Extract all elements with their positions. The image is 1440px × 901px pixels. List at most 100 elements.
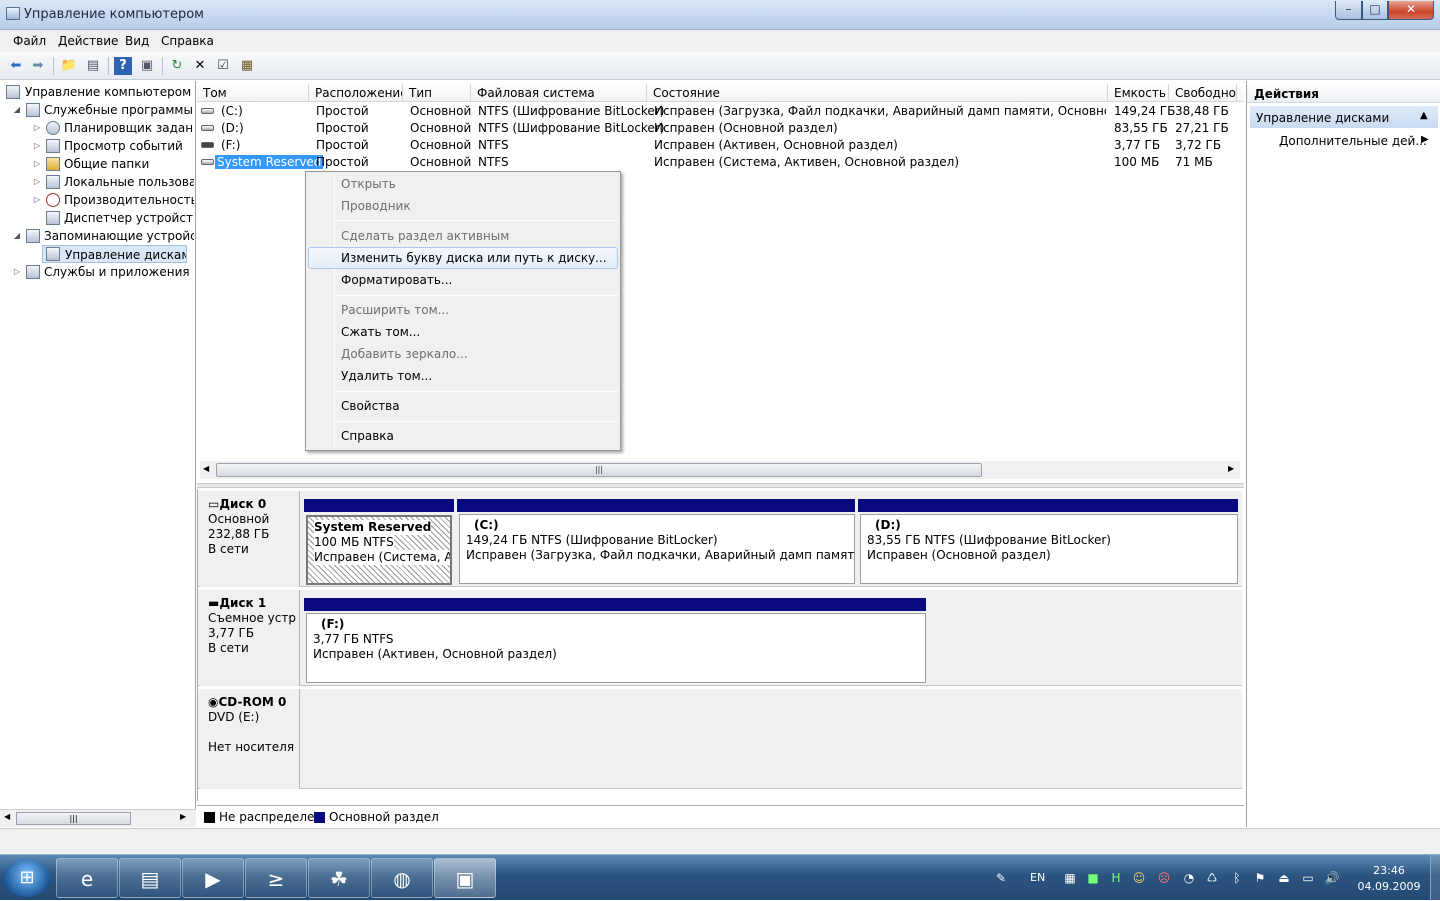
help-icon[interactable]: ? [114, 57, 132, 75]
partition-c[interactable]: (C:) 149,24 ГБ NTFS (Шифрование BitLocke… [459, 514, 855, 584]
bluetooth-icon[interactable]: ᛒ [1229, 870, 1245, 886]
column-volume[interactable]: Том [197, 84, 309, 102]
device-manager-icon [46, 211, 60, 225]
menu-item-change-drive-letter[interactable]: Изменить букву диска или путь к диску... [308, 247, 618, 269]
properties-pane-icon[interactable]: ▣ [138, 57, 156, 75]
menu-item-properties[interactable]: Свойства [308, 395, 618, 417]
minimize-button[interactable]: – [1335, 1, 1362, 20]
menu-item-help[interactable]: Справка [308, 425, 618, 447]
pen-input-icon[interactable]: ✎ [986, 870, 1016, 886]
disk-1-info[interactable]: ▬Диск 1 Съемное устройство 3,77 ГБ В сет… [200, 590, 300, 686]
back-arrow-icon[interactable]: ⬅ [7, 57, 25, 75]
column-type[interactable]: Тип [403, 84, 471, 102]
collapse-up-icon[interactable]: ▲ [1420, 110, 1428, 121]
show-hide-tree-icon[interactable]: ▤ [84, 57, 102, 75]
partition-f[interactable]: (F:) 3,77 ГБ NTFS Исправен (Активен, Осн… [306, 613, 926, 683]
tray-smile-icon[interactable]: ☺ [1131, 870, 1147, 886]
scroll-right-icon[interactable]: ▶ [180, 812, 186, 821]
firefox-icon[interactable]: ◍ [371, 858, 433, 898]
collapse-arrow-icon[interactable]: ◢ [12, 101, 22, 119]
column-capacity[interactable]: Емкость [1108, 84, 1169, 102]
disk-settings-icon[interactable]: ▦ [238, 57, 256, 75]
expand-arrow-icon[interactable]: ▷ [32, 119, 42, 137]
tray-monitor-icon[interactable]: ▭ [1300, 870, 1316, 886]
computer-management-task-icon[interactable]: ▣ [434, 858, 496, 898]
volume-row-selected[interactable]: System Reserved Простой Основной NTFS Ис… [197, 154, 1244, 171]
refresh-icon[interactable]: ↻ [168, 57, 186, 75]
tray-h-icon[interactable]: H [1108, 870, 1124, 886]
scroll-thumb[interactable]: ||| [216, 463, 982, 477]
tree-item-task-scheduler[interactable]: ▷ Планировщик заданий [4, 119, 194, 137]
disk-0-info[interactable]: ▭Диск 0 Основной 232,88 ГБ В сети [200, 491, 300, 587]
media-player-icon[interactable]: ▶ [182, 858, 244, 898]
start-button[interactable]: ⊞ [4, 859, 50, 897]
scroll-left-icon[interactable]: ◀ [4, 812, 10, 821]
collapse-arrow-icon[interactable]: ◢ [12, 227, 22, 245]
tree-item-performance[interactable]: ▷ Производительность [4, 191, 194, 209]
show-desktop-button[interactable] [1430, 855, 1440, 901]
volume-icon[interactable]: 🔊 [1324, 870, 1340, 886]
cdrom-type: DVD (E:) [208, 710, 260, 724]
volume-row[interactable]: (F:) Простой Основной NTFS Исправен (Акт… [197, 137, 1244, 154]
tree-item-event-viewer[interactable]: ▷ Просмотр событий [4, 137, 194, 155]
scroll-right-icon[interactable]: ▶ [1228, 464, 1234, 473]
tree-item-local-users[interactable]: ▷ Локальные пользовате [4, 173, 194, 191]
expand-arrow-icon[interactable]: ▷ [32, 191, 42, 209]
partition-system-reserved[interactable]: System Reserved 100 МБ NTFS Исправен (Си… [306, 515, 452, 585]
menu-file[interactable]: Файл [13, 34, 46, 48]
tree-item-device-manager[interactable]: Диспетчер устройств [4, 209, 194, 227]
tree-item-disk-management[interactable]: Управление дисками [42, 245, 187, 263]
volume-list-horizontal-scrollbar[interactable]: ◀ ||| ▶ [200, 461, 1240, 479]
clock[interactable]: 23:46 04.09.2009 [1356, 863, 1422, 895]
tree-item-shared-folders[interactable]: ▷ Общие папки [4, 155, 194, 173]
column-layout[interactable]: Расположение [309, 84, 403, 102]
actions-section-disk-management[interactable]: Управление дисками ▲ [1250, 106, 1438, 128]
tray-network-icon[interactable]: ▦ [1062, 870, 1078, 886]
expand-arrow-icon[interactable]: ▷ [32, 155, 42, 173]
properties-icon[interactable]: ☑ [214, 57, 232, 75]
tray-sync-icon[interactable]: ♺ [1204, 870, 1220, 886]
pane-splitter[interactable] [197, 483, 1244, 488]
internet-explorer-icon[interactable]: e [56, 858, 118, 898]
expand-arrow-icon[interactable]: ▷ [32, 173, 42, 191]
network-icon[interactable]: ☘ [308, 858, 370, 898]
tray-sad-icon[interactable]: ☹ [1156, 870, 1172, 886]
expand-arrow-icon[interactable]: ▷ [32, 137, 42, 155]
menu-action[interactable]: Действие [58, 34, 118, 48]
menu-item-shrink-volume[interactable]: Сжать том... [308, 321, 618, 343]
forward-arrow-icon[interactable]: ➡ [29, 57, 47, 75]
column-free[interactable]: Свободно [1169, 84, 1237, 102]
tray-gauge-icon[interactable]: ◔ [1181, 870, 1197, 886]
tree-item-storage[interactable]: ◢ Запоминающие устройст [4, 227, 194, 245]
tree-horizontal-scrollbar[interactable]: ◀ ||| ▶ [0, 809, 196, 827]
maximize-button[interactable]: □ [1362, 1, 1388, 20]
menu-item-format[interactable]: Форматировать... [308, 269, 618, 291]
tree-item-system-tools[interactable]: ◢ Служебные программы [4, 101, 194, 119]
menu-item-delete-volume[interactable]: Удалить том... [308, 365, 618, 387]
language-indicator[interactable]: EN [1030, 871, 1045, 884]
powershell-icon[interactable]: ≥ [245, 858, 307, 898]
explorer-folder-icon[interactable]: ▤ [119, 858, 181, 898]
drive-icon [201, 125, 214, 131]
column-filesystem[interactable]: Файловая система [471, 84, 647, 102]
volume-row[interactable]: (C:) Простой Основной NTFS (Шифрование B… [197, 103, 1244, 120]
tree-item-services-apps[interactable]: ▷ Службы и приложения [4, 263, 194, 281]
tray-flag-icon[interactable]: ⚑ [1252, 870, 1268, 886]
partition-d[interactable]: (D:) 83,55 ГБ NTFS (Шифрование BitLocker… [860, 514, 1238, 584]
cdrom-info[interactable]: ◉CD-ROM 0 DVD (E:) Нет носителя [200, 689, 300, 789]
column-status[interactable]: Состояние [647, 84, 1108, 102]
menu-view[interactable]: Вид [125, 34, 149, 48]
safely-remove-icon[interactable]: ⏏ [1276, 870, 1292, 886]
removable-drive-icon [201, 142, 214, 148]
tray-app-icon[interactable]: ■ [1085, 870, 1101, 886]
expand-arrow-icon[interactable]: ▷ [12, 263, 22, 281]
scroll-left-icon[interactable]: ◀ [203, 464, 209, 473]
tree-item-computer-management[interactable]: Управление компьютером (л [4, 83, 194, 101]
volume-row[interactable]: (D:) Простой Основной NTFS (Шифрование B… [197, 120, 1244, 137]
delete-icon[interactable]: ✕ [191, 57, 209, 75]
up-folder-icon[interactable]: 📁 [60, 57, 78, 75]
scroll-thumb[interactable]: ||| [16, 812, 131, 825]
close-button[interactable]: ✕ [1388, 1, 1434, 20]
menu-help[interactable]: Справка [161, 34, 214, 48]
action-more-actions[interactable]: Дополнительные дей... [1279, 134, 1427, 148]
